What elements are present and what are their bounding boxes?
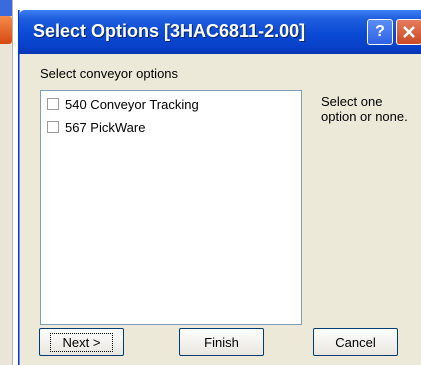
help-text: Select one option or none. bbox=[321, 94, 408, 124]
option-conveyor-tracking[interactable]: 540 Conveyor Tracking bbox=[47, 95, 199, 113]
background-window-button bbox=[0, 16, 12, 44]
option-label: 540 Conveyor Tracking bbox=[65, 96, 199, 112]
close-button[interactable] bbox=[396, 19, 421, 45]
help-icon: ? bbox=[375, 23, 385, 40]
title-bar[interactable]: Select Options [3HAC6811-2.00] ? bbox=[19, 10, 421, 54]
close-icon bbox=[403, 26, 415, 38]
options-list[interactable]: 540 Conveyor Tracking 567 PickWare bbox=[40, 90, 302, 325]
prompt-label: Select conveyor options bbox=[40, 66, 179, 81]
checkbox[interactable] bbox=[47, 121, 59, 133]
cancel-button[interactable]: Cancel bbox=[313, 328, 398, 356]
option-label: 567 PickWare bbox=[65, 119, 146, 135]
finish-button[interactable]: Finish bbox=[179, 328, 264, 356]
next-button-label: Next > bbox=[49, 332, 114, 352]
next-button[interactable]: Next > bbox=[39, 328, 124, 356]
help-button[interactable]: ? bbox=[367, 19, 393, 45]
window-title: Select Options [3HAC6811-2.00] bbox=[33, 21, 306, 41]
select-options-dialog: Select Options [3HAC6811-2.00] ? Select … bbox=[18, 10, 421, 365]
screen: Select Options [3HAC6811-2.00] ? Select … bbox=[0, 0, 421, 365]
checkbox[interactable] bbox=[47, 98, 59, 110]
cancel-button-label: Cancel bbox=[335, 334, 376, 350]
background-window-edge bbox=[0, 0, 13, 365]
option-pickware[interactable]: 567 PickWare bbox=[47, 118, 145, 136]
background-window-titlebar bbox=[0, 0, 12, 16]
finish-button-label: Finish bbox=[204, 334, 239, 350]
